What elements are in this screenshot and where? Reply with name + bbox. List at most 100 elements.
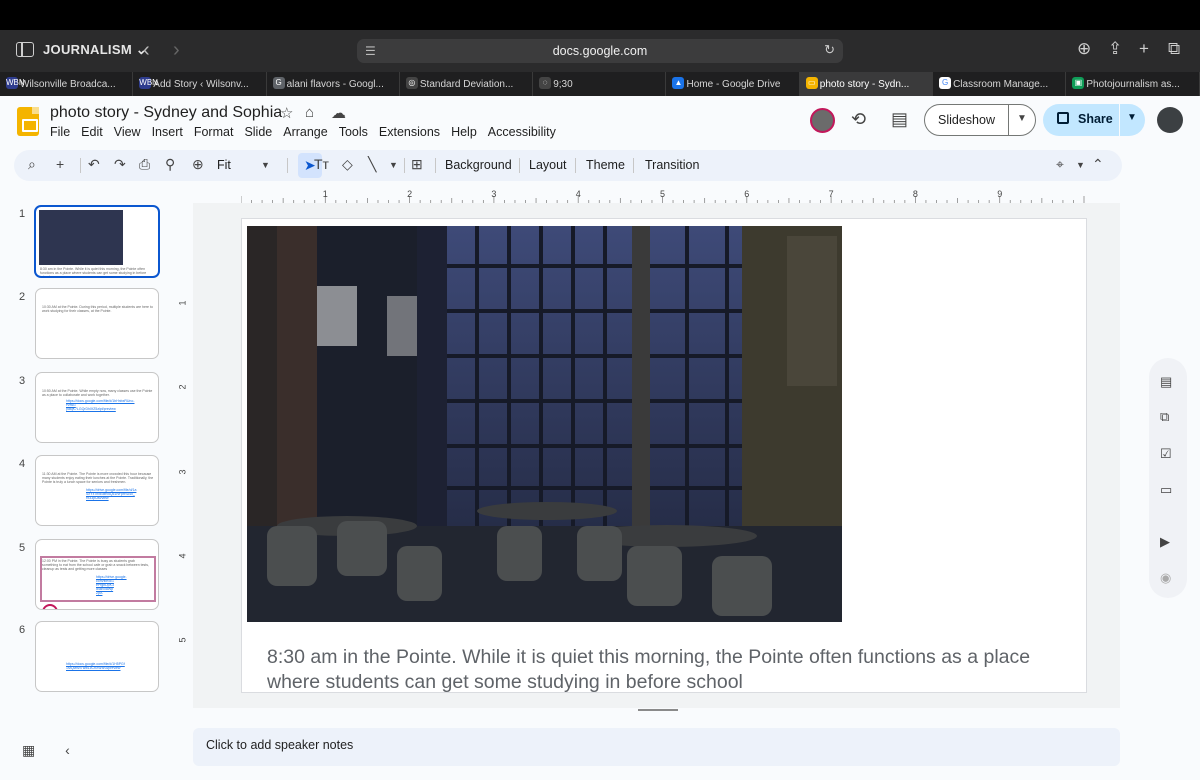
collaborator-avatar[interactable] bbox=[810, 108, 835, 133]
keep-icon[interactable]: ⧉ bbox=[1160, 409, 1169, 425]
tasks-icon[interactable]: ☑ bbox=[1160, 446, 1172, 462]
background-button[interactable]: Background bbox=[445, 158, 512, 172]
slide-thumbnail[interactable]: 10:50 AM at the Pointe. While empty now,… bbox=[35, 372, 159, 443]
folder-icon[interactable]: ▭ bbox=[1160, 482, 1172, 498]
cloud-status-icon[interactable]: ☁ bbox=[331, 104, 346, 122]
theme-button[interactable]: Theme bbox=[586, 158, 625, 172]
slideshow-label: Slideshow bbox=[938, 113, 995, 127]
browser-tab[interactable]: Galani flavors - Googl... bbox=[267, 72, 400, 96]
slide-thumbnail[interactable]: 8:30 am in the Pointe. While it is quiet… bbox=[34, 205, 160, 278]
comments-icon[interactable]: ▤ bbox=[891, 109, 908, 130]
browser-tab[interactable]: ▭ photo story - Sydn... bbox=[799, 72, 934, 96]
browser-tab[interactable]: ▣ Photojournalism as... bbox=[1066, 72, 1200, 96]
record-icon[interactable]: ◉ bbox=[1160, 570, 1171, 586]
browser-tab[interactable]: WBN Wilsonville Broadca... bbox=[0, 72, 134, 96]
tab-group-selector[interactable]: JOURNALISM ⌄ bbox=[43, 42, 147, 58]
new-tab-icon[interactable]: + bbox=[1139, 39, 1149, 59]
layout-button[interactable]: Layout bbox=[529, 158, 567, 172]
ruler-label: 8 bbox=[913, 190, 918, 199]
slideshow-button[interactable]: Slideshow ▼ bbox=[924, 104, 1036, 136]
menu-item-format[interactable]: Format bbox=[194, 125, 234, 139]
ruler-label: 4 bbox=[576, 190, 581, 199]
tab-label: Home - Google Drive bbox=[686, 78, 781, 90]
move-to-folder-icon[interactable]: ⌂ bbox=[305, 104, 314, 121]
bottom-controls: ▦ ‹ bbox=[22, 742, 70, 759]
menu-item-file[interactable]: File bbox=[50, 125, 70, 139]
slide-thumbnail[interactable]: https://docs.google.com/file/d/1H5PGf 1M… bbox=[35, 621, 159, 692]
browser-tab[interactable]: G Classroom Manage... bbox=[933, 72, 1067, 96]
browser-tab[interactable]: WBN Add Story ‹ Wilsonv... bbox=[133, 72, 267, 96]
slideshow-divider bbox=[1008, 105, 1009, 135]
slide-thumbnail[interactable]: 12:00 PM in the Pointe. The Pointe is bu… bbox=[35, 539, 159, 610]
version-history-icon[interactable]: ⟲ bbox=[851, 109, 866, 130]
tab-label: 9;30 bbox=[553, 78, 573, 90]
grid-view-icon[interactable]: ▦ bbox=[22, 742, 35, 758]
share-dropdown-icon[interactable]: ▼ bbox=[1127, 112, 1137, 123]
search-menus-icon[interactable]: ⌕ bbox=[28, 156, 36, 173]
menu-item-tools[interactable]: Tools bbox=[339, 125, 368, 139]
share-label: Share bbox=[1078, 112, 1113, 126]
document-title[interactable]: photo story - Sydney and Sophia bbox=[50, 104, 282, 122]
transition-button[interactable]: Transition bbox=[645, 158, 699, 172]
video-icon[interactable]: ▶ bbox=[1160, 534, 1170, 550]
calendar-icon[interactable]: ▤ bbox=[1160, 374, 1172, 390]
address-bar[interactable]: ☰ docs.google.com ↻ bbox=[357, 39, 843, 63]
reload-icon[interactable]: ↻ bbox=[824, 42, 835, 58]
zoom-icon[interactable]: ⊕ bbox=[192, 156, 204, 173]
tab-overview-icon[interactable]: ⧉ bbox=[1168, 39, 1180, 59]
user-avatar[interactable] bbox=[1157, 107, 1183, 133]
sidebar-toggle-icon[interactable] bbox=[16, 42, 34, 57]
line-dropdown-icon[interactable]: ▼ bbox=[389, 160, 398, 170]
forward-icon[interactable]: › bbox=[173, 39, 180, 62]
menu-item-slide[interactable]: Slide bbox=[244, 125, 272, 139]
line-icon[interactable]: ╲ bbox=[368, 156, 376, 173]
new-slide-icon[interactable]: + bbox=[56, 156, 64, 172]
paint-format-icon[interactable]: ⚲ bbox=[165, 156, 175, 173]
ruler-label: 9 bbox=[997, 190, 1002, 199]
menu-item-edit[interactable]: Edit bbox=[81, 125, 103, 139]
zoom-select[interactable]: Fit bbox=[217, 158, 231, 172]
add-comment-icon[interactable]: ⊞ bbox=[411, 156, 423, 173]
tab-label: Standard Deviation... bbox=[419, 78, 514, 90]
star-icon[interactable]: ☆ bbox=[280, 104, 293, 122]
browser-tab[interactable]: ▲ Home - Google Drive bbox=[666, 72, 800, 96]
shape-icon[interactable]: ◇ bbox=[342, 156, 353, 173]
redo-icon[interactable]: ↷ bbox=[114, 156, 126, 173]
downloads-icon[interactable]: ⊕ bbox=[1077, 39, 1091, 59]
slide-thumbnail[interactable]: 10:30 AM at the Pointe. During this peri… bbox=[35, 288, 159, 359]
undo-icon[interactable]: ↶ bbox=[88, 156, 100, 173]
back-icon[interactable]: ‹ bbox=[143, 39, 150, 62]
browser-tab[interactable]: ◎ Standard Deviation... bbox=[400, 72, 534, 96]
text-box-icon[interactable]: Tт bbox=[314, 156, 329, 172]
slideshow-dropdown-icon[interactable]: ▼ bbox=[1017, 113, 1027, 124]
menu-item-insert[interactable]: Insert bbox=[152, 125, 183, 139]
vertical-ruler[interactable]: 1 2 3 4 5 bbox=[178, 218, 192, 693]
editing-mode-icon[interactable]: ⌖ bbox=[1056, 156, 1064, 173]
tab-label: Wilsonville Broadca... bbox=[20, 78, 116, 90]
zoom-dropdown-icon[interactable]: ▼ bbox=[261, 160, 270, 170]
notes-resize-handle[interactable] bbox=[638, 709, 678, 711]
speaker-notes[interactable]: Click to add speaker notes bbox=[193, 728, 1120, 766]
pointe-photo-image bbox=[247, 226, 842, 622]
share-button[interactable]: Share ▼ bbox=[1043, 104, 1145, 136]
lock-icon bbox=[1057, 112, 1069, 124]
slide-thumbnail[interactable]: 11:30 AM at the Pointe. The Pointe is mo… bbox=[35, 455, 159, 526]
print-icon[interactable]: ⎙ bbox=[139, 156, 150, 173]
share-page-icon[interactable]: ⇪ bbox=[1108, 39, 1122, 59]
menu-item-extensions[interactable]: Extensions bbox=[379, 125, 440, 139]
toolbar-divider bbox=[435, 158, 436, 173]
menu-item-view[interactable]: View bbox=[114, 125, 141, 139]
slides-logo-icon[interactable] bbox=[17, 107, 39, 136]
horizontal-ruler[interactable]: 1 2 3 4 5 6 7 8 9 bbox=[241, 190, 1120, 203]
menu-item-help[interactable]: Help bbox=[451, 125, 477, 139]
slide-caption[interactable]: 8:30 am in the Pointe. While it is quiet… bbox=[267, 645, 1067, 695]
browser-tab[interactable]: ◌ 9;30 bbox=[533, 72, 667, 96]
collapse-toolbar-icon[interactable]: ⌃ bbox=[1092, 156, 1104, 173]
collapse-filmstrip-icon[interactable]: ‹ bbox=[65, 742, 70, 758]
menu-item-accessibility[interactable]: Accessibility bbox=[488, 125, 556, 139]
slide-photo[interactable] bbox=[247, 226, 842, 622]
menu-item-arrange[interactable]: Arrange bbox=[283, 125, 327, 139]
thumbnail-text: 10:50 AM at the Pointe. While empty now,… bbox=[42, 389, 153, 397]
ruler-label: 4 bbox=[177, 553, 188, 559]
editing-mode-dropdown-icon[interactable]: ▼ bbox=[1076, 160, 1085, 170]
